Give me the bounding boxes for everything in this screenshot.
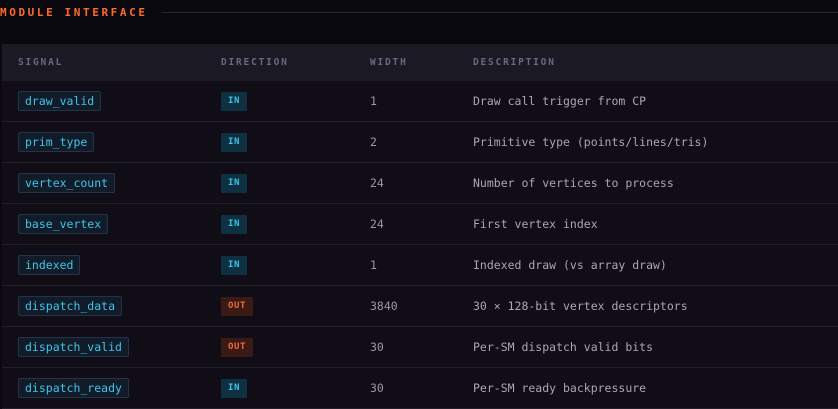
direction-cell: IN (221, 163, 248, 203)
signal-name: dispatch_ready (18, 378, 129, 398)
description-text: Draw call trigger from CP (473, 94, 647, 108)
section-divider (161, 12, 838, 13)
table-row: indexed IN 1 Indexed draw (vs array draw) (2, 245, 838, 286)
signal-name: dispatch_valid (18, 337, 129, 357)
description-text: Indexed draw (vs array draw) (473, 258, 667, 272)
signal-name: prim_type (18, 132, 95, 152)
description-cell: Primitive type (points/lines/tris) (473, 122, 708, 162)
description-cell: Per-SM ready backpressure (473, 368, 646, 408)
signal-cell: vertex_count (18, 163, 116, 203)
signal-cell: draw_valid (18, 81, 102, 121)
table-row: base_vertex IN 24 First vertex index (2, 204, 838, 245)
header-direction: DIRECTION (221, 57, 289, 68)
width-value: 3840 (370, 299, 398, 313)
description-cell: Per-SM dispatch valid bits (473, 327, 653, 367)
direction-badge: OUT (221, 296, 254, 316)
width-cell: 3840 (370, 286, 398, 326)
direction-cell: OUT (221, 286, 254, 326)
direction-cell: OUT (221, 327, 254, 367)
signal-cell: indexed (18, 245, 81, 285)
description-text: Number of vertices to process (473, 176, 674, 190)
table-row: draw_valid IN 1 Draw call trigger from CP (2, 81, 838, 122)
direction-cell: IN (221, 368, 248, 408)
direction-badge: IN (221, 378, 248, 398)
table-header: SIGNAL DIRECTION WIDTH DESCRIPTION (2, 44, 838, 81)
width-cell: 30 (370, 368, 384, 408)
signal-cell: prim_type (18, 122, 95, 162)
description-text: Primitive type (points/lines/tris) (473, 135, 709, 149)
width-cell: 1 (370, 245, 377, 285)
description-cell: 30 × 128-bit vertex descriptors (473, 286, 688, 326)
description-text: Per-SM ready backpressure (473, 381, 647, 395)
signal-name: vertex_count (18, 173, 116, 193)
width-value: 1 (370, 94, 377, 108)
description-cell: First vertex index (473, 204, 598, 244)
width-value: 24 (370, 217, 384, 231)
signal-cell: dispatch_valid (18, 327, 129, 367)
width-value: 30 (370, 340, 384, 354)
description-cell: Indexed draw (vs array draw) (473, 245, 667, 285)
header-description: DESCRIPTION (473, 57, 556, 68)
table-row: vertex_count IN 24 Number of vertices to pr… (2, 163, 838, 204)
signal-cell: base_vertex (18, 204, 109, 244)
section-title: MODULE INTERFACE (0, 5, 148, 19)
table-row: dispatch_valid OUT 30 Per-SM dispatch valid… (2, 327, 838, 368)
direction-badge: IN (221, 91, 248, 111)
description-cell: Draw call trigger from CP (473, 81, 646, 121)
table-row: dispatch_ready IN 30 Per-SM ready backpress… (2, 368, 838, 409)
description-cell: Number of vertices to process (473, 163, 674, 203)
signal-name: indexed (18, 255, 81, 275)
table-row: dispatch_data OUT 3840 30 × 128-bit vertex … (2, 286, 838, 327)
direction-badge: IN (221, 132, 248, 152)
direction-cell: IN (221, 204, 248, 244)
table-row: prim_type IN 2 Primitive type (points/lines… (2, 122, 838, 163)
description-text: 30 × 128-bit vertex descriptors (473, 299, 688, 313)
width-value: 1 (370, 258, 377, 272)
direction-cell: IN (221, 81, 248, 121)
direction-badge: IN (221, 173, 248, 193)
description-text: Per-SM dispatch valid bits (473, 340, 654, 354)
width-cell: 24 (370, 204, 384, 244)
section-header: MODULE INTERFACE (0, 3, 838, 21)
header-signal: SIGNAL (18, 57, 64, 68)
signal-name: draw_valid (18, 91, 102, 111)
direction-cell: IN (221, 122, 248, 162)
table-body: draw_valid IN 1 Draw call trigger from CP pr… (2, 81, 838, 409)
width-cell: 1 (370, 81, 377, 121)
width-cell: 24 (370, 163, 384, 203)
direction-badge: IN (221, 214, 248, 234)
signal-cell: dispatch_ready (18, 368, 129, 408)
interface-table: SIGNAL DIRECTION WIDTH DESCRIPTION draw_… (2, 44, 838, 409)
width-value: 2 (370, 135, 377, 149)
direction-cell: IN (221, 245, 248, 285)
direction-badge: OUT (221, 337, 254, 357)
description-text: First vertex index (473, 217, 598, 231)
header-width: WIDTH (370, 57, 408, 68)
signal-cell: dispatch_data (18, 286, 123, 326)
signal-name: dispatch_data (18, 296, 123, 316)
width-value: 30 (370, 381, 384, 395)
width-cell: 2 (370, 122, 377, 162)
width-cell: 30 (370, 327, 384, 367)
width-value: 24 (370, 176, 384, 190)
signal-name: base_vertex (18, 214, 109, 234)
direction-badge: IN (221, 255, 248, 275)
